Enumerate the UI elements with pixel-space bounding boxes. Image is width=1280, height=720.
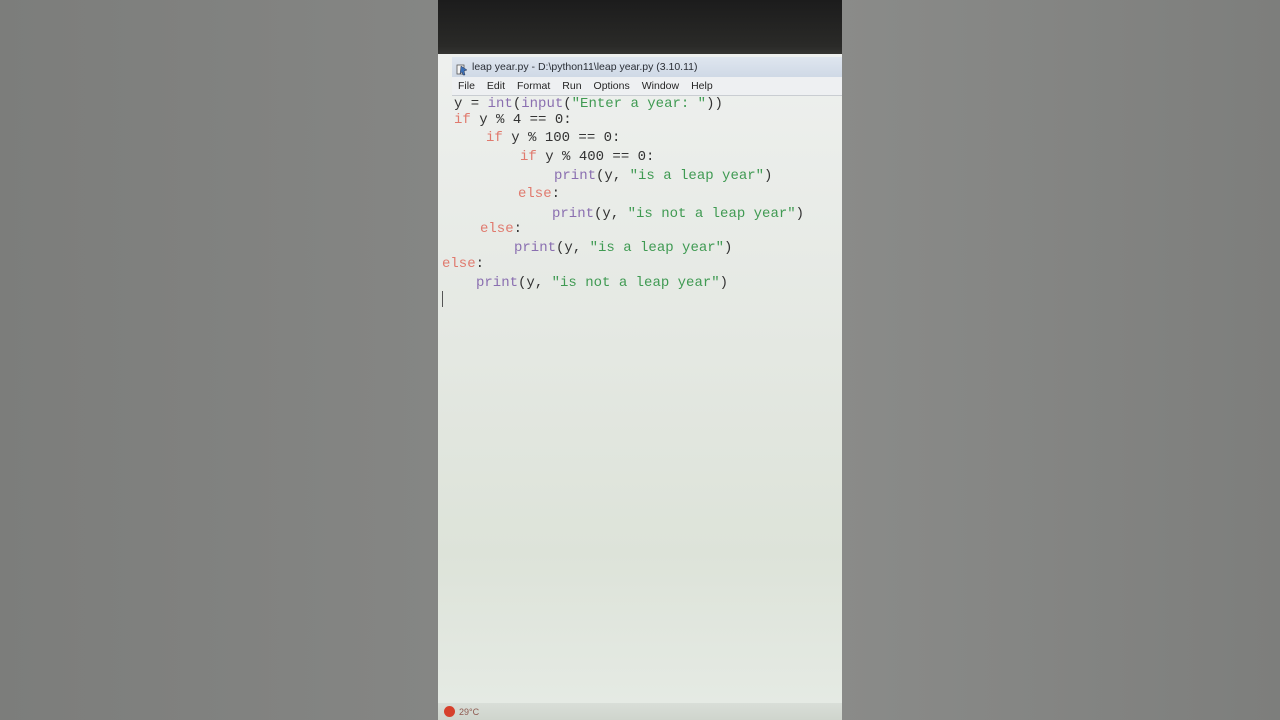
code-token: (	[512, 96, 522, 112]
menu-bar: File Edit Format Run Options Window Help	[452, 77, 842, 96]
code-token: print	[552, 206, 595, 222]
code-token: (y,	[594, 206, 628, 222]
weather-temperature[interactable]: 29°C	[459, 707, 479, 717]
code-line[interactable]: print(y, "is not a leap year")	[552, 206, 804, 222]
code-token: :	[475, 256, 485, 272]
code-line[interactable]: y = int(input("Enter a year: "))	[454, 96, 723, 112]
window-title: leap year.py - D:\python11\leap year.py …	[472, 61, 698, 73]
code-token: y % 100 == 0:	[502, 130, 621, 146]
code-token: y =	[454, 96, 488, 112]
code-token: )	[719, 275, 729, 291]
code-token: "is a leap year"	[629, 168, 765, 184]
code-line[interactable]: if y % 100 == 0:	[486, 130, 620, 146]
monitor-photo: leap year.py - D:\python11\leap year.py …	[438, 0, 842, 720]
text-cursor	[442, 291, 443, 307]
code-token: ))	[706, 96, 723, 112]
code-token: )	[764, 168, 773, 184]
taskbar: 29°C	[438, 703, 842, 720]
code-token: y % 400 == 0:	[536, 149, 655, 165]
code-token: else	[480, 221, 514, 237]
title-bar[interactable]: leap year.py - D:\python11\leap year.py …	[452, 57, 842, 78]
menu-help[interactable]: Help	[691, 80, 713, 92]
code-line[interactable]: print(y, "is not a leap year")	[476, 275, 728, 291]
code-token: "is not a leap year"	[627, 206, 796, 222]
code-token: (y,	[596, 168, 630, 184]
code-token: :	[513, 221, 523, 237]
background-left	[0, 0, 438, 720]
code-token: print	[476, 275, 519, 291]
weather-alert-icon[interactable]	[444, 706, 455, 717]
menu-run[interactable]: Run	[562, 80, 581, 92]
code-token: int	[487, 96, 513, 112]
code-token: "is a leap year"	[589, 240, 725, 256]
code-line[interactable]: if y % 4 == 0:	[454, 112, 572, 128]
menu-format[interactable]: Format	[517, 80, 550, 92]
code-token: if	[520, 149, 537, 165]
menu-file[interactable]: File	[458, 80, 475, 92]
menu-window[interactable]: Window	[642, 80, 679, 92]
code-token: if	[486, 130, 503, 146]
code-token: if	[454, 112, 471, 128]
menu-edit[interactable]: Edit	[487, 80, 505, 92]
background-right	[842, 0, 1280, 720]
code-line[interactable]: else:	[518, 186, 560, 202]
code-token: "Enter a year: "	[571, 96, 707, 112]
code-token: print	[514, 240, 557, 256]
code-line[interactable]: print(y, "is a leap year")	[514, 240, 732, 256]
code-line[interactable]: else:	[480, 221, 522, 237]
code-token: (y,	[518, 275, 552, 291]
code-token: else	[442, 256, 476, 272]
code-line[interactable]: print(y, "is a leap year")	[554, 168, 772, 184]
monitor-bezel	[438, 0, 842, 58]
code-line[interactable]: if y % 400 == 0:	[520, 149, 654, 165]
code-token: input	[521, 96, 564, 112]
python-idle-icon	[456, 61, 468, 76]
code-line[interactable]: else:	[442, 256, 484, 272]
code-token: )	[724, 240, 733, 256]
code-token: print	[554, 168, 597, 184]
code-token: (y,	[556, 240, 590, 256]
idle-editor-window: leap year.py - D:\python11\leap year.py …	[438, 54, 842, 720]
code-token: y % 4 == 0:	[470, 112, 572, 128]
code-token: (	[563, 96, 572, 112]
code-token: :	[551, 186, 561, 202]
code-token: else	[518, 186, 552, 202]
menu-options[interactable]: Options	[594, 80, 630, 92]
code-editor[interactable]: y = int(input("Enter a year: ")) if y % 4…	[442, 96, 842, 706]
code-token: )	[795, 206, 805, 222]
code-token: "is not a leap year"	[551, 275, 720, 291]
